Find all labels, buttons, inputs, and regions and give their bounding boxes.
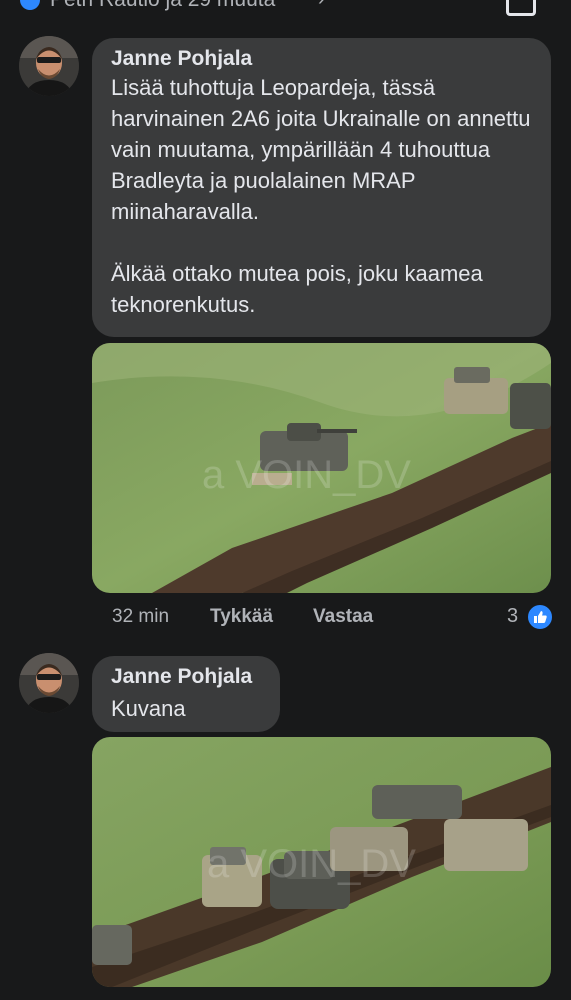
comment-timestamp[interactable]: 32 min — [112, 606, 210, 628]
comment-bubble: Janne Pohjala Lisää tuhottuja Leopardeja… — [92, 38, 551, 337]
like-outline-icon[interactable] — [506, 0, 536, 16]
vehicle-shape — [510, 383, 551, 429]
comment-author[interactable]: Janne Pohjala — [111, 46, 533, 72]
like-button[interactable]: Tykkää — [210, 606, 313, 628]
reaction-count[interactable]: 3 — [507, 605, 518, 628]
reactors-text[interactable]: Petri Rautio ja 29 muuta — [50, 0, 275, 12]
vehicle-shape — [444, 819, 528, 871]
avatar[interactable] — [19, 36, 79, 96]
reply-button[interactable]: Vastaa — [313, 606, 373, 628]
comment-text: Kuvana — [111, 696, 186, 721]
comment-author[interactable]: Janne Pohjala — [111, 664, 262, 690]
comment-photo[interactable]: a VOIN_DV — [92, 737, 551, 987]
comment-bubble: Janne Pohjala Kuvana — [92, 656, 280, 732]
comment-actions: 32 min Tykkää Vastaa — [112, 606, 373, 628]
comment-photo[interactable]: a VOIN_DV — [92, 343, 551, 593]
like-reaction-icon — [20, 0, 40, 10]
reactions-summary-bar[interactable]: Petri Rautio ja 29 muuta › — [0, 0, 571, 18]
photo-watermark: a VOIN_DV — [207, 842, 416, 886]
photo-watermark: a VOIN_DV — [202, 453, 411, 497]
chevron-right-icon: › — [318, 0, 325, 11]
avatar[interactable] — [19, 653, 79, 713]
vehicle-shape — [92, 925, 132, 965]
comment-text: Lisää tuhottuja Leopardeja, tässä harvin… — [111, 75, 531, 317]
thumbs-up-icon[interactable] — [526, 603, 554, 631]
vehicle-shape — [372, 785, 462, 819]
